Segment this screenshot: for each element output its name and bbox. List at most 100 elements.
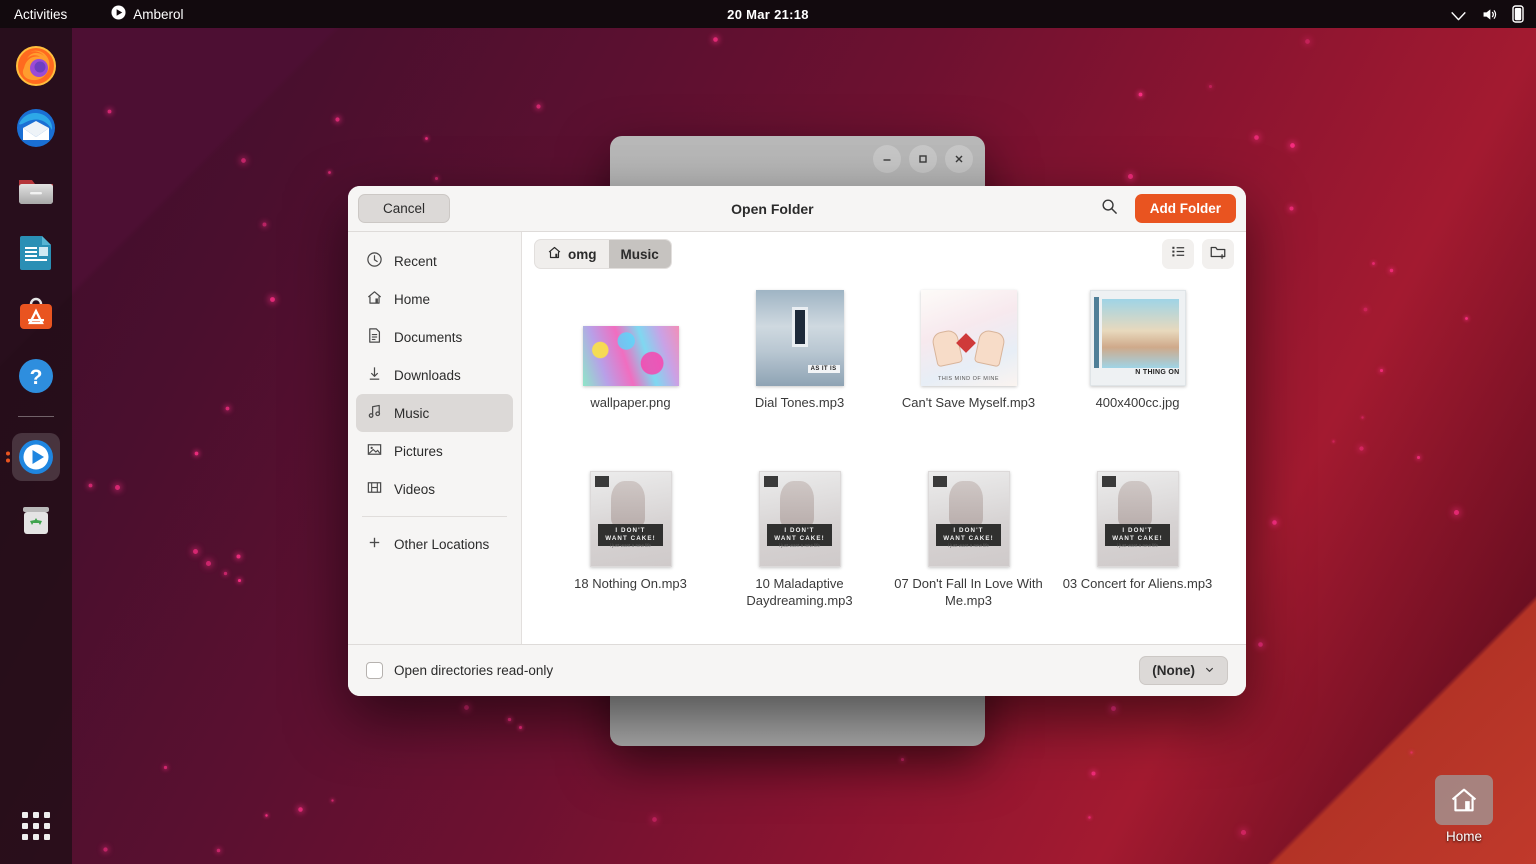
dock-item-firefox[interactable] <box>12 42 60 90</box>
film-icon <box>366 479 383 499</box>
album-art-text: I DON'T <box>1122 526 1153 534</box>
open-folder-dialog[interactable]: Cancel Open Folder Add Folder Recent Hom… <box>348 186 1246 696</box>
file-label: Dial Tones.mp3 <box>754 395 845 410</box>
file-item[interactable]: AS IT IS Dial Tones.mp3 <box>715 284 884 465</box>
maximize-button[interactable] <box>909 145 937 173</box>
new-folder-button[interactable] <box>1202 239 1234 269</box>
file-item[interactable]: I DON'T WANT CAKE! i just want a new life… <box>884 465 1053 644</box>
sidebar-divider <box>362 516 507 517</box>
file-thumbnail: THIS MIND OF MINE <box>920 290 1017 386</box>
add-folder-button[interactable]: Add Folder <box>1134 194 1236 223</box>
clock[interactable]: 20 Mar 21:18 <box>0 7 1536 22</box>
breadcrumb-item-music[interactable]: Music <box>608 240 671 268</box>
read-only-checkbox-row[interactable]: Open directories read-only <box>366 662 553 679</box>
dock-item-app-center[interactable] <box>12 290 60 338</box>
volume-icon <box>1481 6 1498 23</box>
album-art-subtext: i just want a new life <box>947 543 990 549</box>
home-icon <box>366 289 383 309</box>
read-only-checkbox[interactable] <box>366 662 383 679</box>
sidebar-item-recent[interactable]: Recent <box>356 242 513 280</box>
list-icon <box>1170 243 1187 265</box>
file-label: 07 Don't Fall In Love With Me.mp3 <box>894 576 1043 608</box>
filter-value: (None) <box>1152 663 1195 678</box>
file-label: 18 Nothing On.mp3 <box>574 576 687 591</box>
home-icon <box>547 245 562 263</box>
close-button[interactable] <box>945 145 973 173</box>
album-art-text: WANT CAKE! <box>774 534 825 542</box>
sidebar-label: Pictures <box>394 443 443 459</box>
view-tools <box>1162 239 1234 269</box>
file-item[interactable]: N THING ON 400x400cc.jpg <box>1053 284 1222 465</box>
album-art-subtext: i just want a new life <box>1116 543 1159 549</box>
sidebar-label: Documents <box>394 329 463 345</box>
dock: ? <box>0 28 72 864</box>
dialog-body: Recent Home Documents Downloads Music Pi… <box>348 232 1246 644</box>
file-item[interactable]: I DON'T WANT CAKE! i just want a new life… <box>715 465 884 644</box>
file-label: 03 Concert for Aliens.mp3 <box>1062 576 1213 591</box>
file-item[interactable]: I DON'T WANT CAKE! i just want a new life… <box>1053 465 1222 644</box>
dock-separator <box>18 416 54 417</box>
chevron-down-icon <box>1204 663 1215 678</box>
file-label: wallpaper.png <box>590 395 671 410</box>
file-label: Can't Save Myself.mp3 <box>901 395 1036 410</box>
dock-item-help[interactable]: ? <box>12 352 60 400</box>
read-only-label: Open directories read-only <box>394 663 554 678</box>
document-icon <box>366 327 383 347</box>
album-art-text: I DON'T <box>784 526 815 534</box>
image-icon <box>366 441 383 461</box>
album-art-text: I DON'T <box>615 526 646 534</box>
dock-item-libreoffice[interactable] <box>12 228 60 276</box>
download-icon <box>366 365 383 385</box>
search-button[interactable] <box>1095 194 1125 224</box>
cancel-button[interactable]: Cancel <box>358 194 451 223</box>
album-art-text: WANT CAKE! <box>1112 534 1163 542</box>
sidebar-item-home[interactable]: Home <box>356 280 513 318</box>
sidebar-label: Downloads <box>394 367 461 383</box>
album-art-text: I DON'T <box>953 526 984 534</box>
dialog-footer: Open directories read-only (None) <box>348 644 1246 696</box>
dock-item-amberol[interactable] <box>6 433 60 481</box>
album-art-subtext: i just want a new life <box>778 543 821 549</box>
plus-icon <box>366 534 383 554</box>
system-tray[interactable] <box>1450 5 1524 23</box>
sidebar-label: Home <box>394 291 431 307</box>
list-view-toggle[interactable] <box>1162 239 1194 269</box>
file-item[interactable]: THIS MIND OF MINE Can't Save Myself.mp3 <box>884 284 1053 465</box>
file-thumbnail: I DON'T WANT CAKE! i just want a new life <box>758 471 841 567</box>
battery-icon <box>1512 5 1524 23</box>
sidebar-item-documents[interactable]: Documents <box>356 318 513 356</box>
breadcrumb-label: omg <box>568 246 597 262</box>
sidebar-item-downloads[interactable]: Downloads <box>356 356 513 394</box>
sidebar-item-pictures[interactable]: Pictures <box>356 432 513 470</box>
dialog-title: Open Folder <box>731 200 814 217</box>
desktop-icon-home[interactable]: Home <box>1416 775 1512 844</box>
file-label: 10 Maladaptive Daydreaming.mp3 <box>746 576 853 608</box>
amberol-titlebar <box>610 136 985 182</box>
file-item[interactable]: wallpaper.png <box>546 284 715 465</box>
running-indicator <box>6 451 10 463</box>
music-note-icon <box>366 403 383 423</box>
album-art-subtext: i just want a new life <box>609 543 652 549</box>
home-folder-icon <box>1435 775 1493 825</box>
sidebar-item-other-locations[interactable]: Other Locations <box>356 525 513 563</box>
places-sidebar: Recent Home Documents Downloads Music Pi… <box>348 232 522 644</box>
file-item[interactable]: I DON'T WANT CAKE! i just want a new life… <box>546 465 715 644</box>
sidebar-label: Recent <box>394 253 437 269</box>
show-applications-button[interactable] <box>12 802 60 850</box>
breadcrumb-item-omg[interactable]: omg <box>535 240 609 268</box>
sidebar-item-music[interactable]: Music <box>356 394 513 432</box>
sidebar-item-videos[interactable]: Videos <box>356 470 513 508</box>
dock-item-trash[interactable] <box>12 495 60 543</box>
dock-item-files[interactable] <box>12 166 60 214</box>
breadcrumb-label: Music <box>620 246 659 262</box>
file-thumbnail: AS IT IS <box>755 290 844 386</box>
wifi-icon <box>1450 6 1467 23</box>
dock-item-thunderbird[interactable] <box>12 104 60 152</box>
file-thumbnail: N THING ON <box>1089 290 1186 386</box>
minimize-button[interactable] <box>873 145 901 173</box>
file-thumbnail <box>582 290 679 386</box>
file-thumbnail: I DON'T WANT CAKE! i just want a new life <box>1096 471 1179 567</box>
desktop-icon-label: Home <box>1445 829 1482 844</box>
album-art-text: AS IT IS <box>807 365 840 373</box>
file-filter-dropdown[interactable]: (None) <box>1139 656 1228 685</box>
